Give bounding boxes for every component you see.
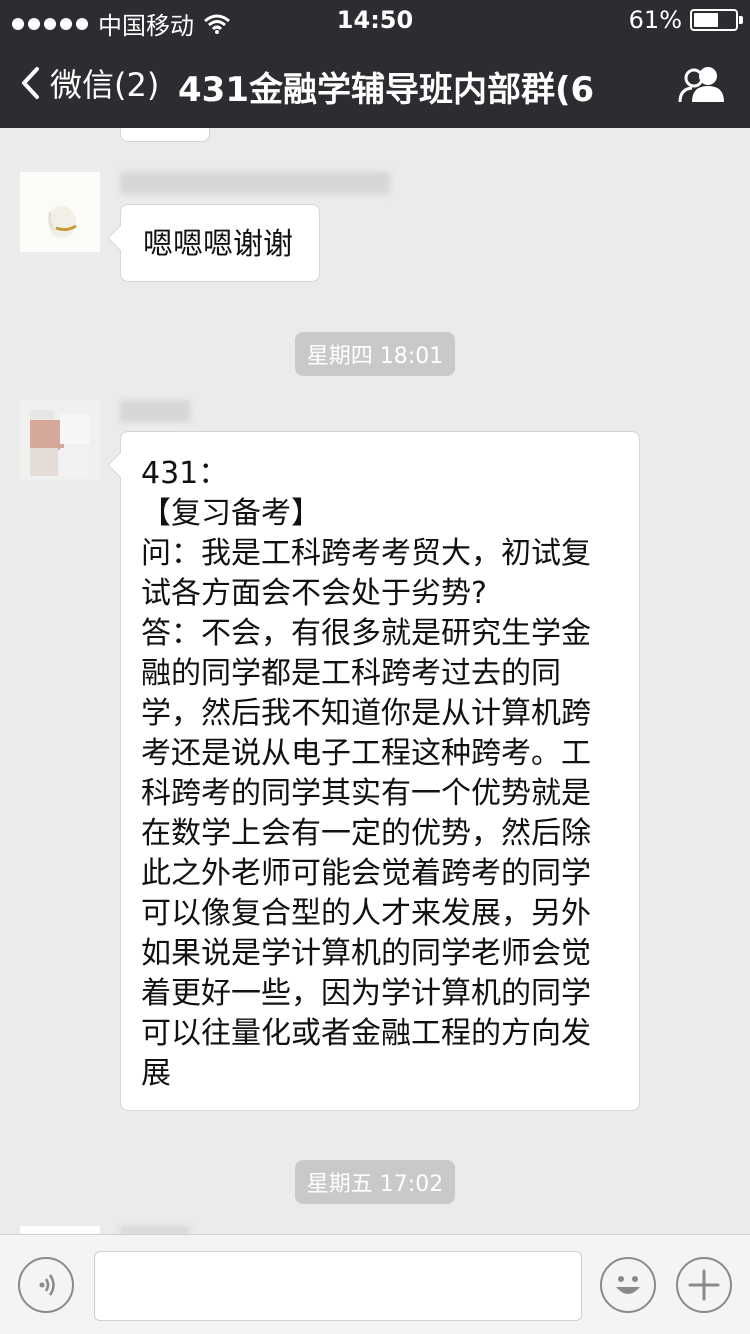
avatar-image: [20, 172, 100, 252]
chevron-left-icon: [22, 67, 39, 99]
emoji-button[interactable]: [600, 1257, 656, 1313]
avatar[interactable]: [20, 172, 100, 252]
sender-name-blurred: [120, 400, 190, 422]
sender-name-blurred: [120, 172, 390, 194]
message-bubble-partial[interactable]: [120, 128, 210, 142]
battery-percent: 61%: [628, 6, 682, 34]
message-input[interactable]: [94, 1251, 582, 1321]
bubble-tail: [107, 452, 133, 478]
battery-icon: [690, 9, 743, 31]
voice-icon: [39, 1274, 55, 1296]
timestamp: 星期四 18:01: [0, 332, 750, 376]
timestamp: 星期五 17:02: [0, 1160, 750, 1204]
status-right: 61%: [628, 6, 743, 34]
avatar[interactable]: [20, 1226, 100, 1234]
emoji-icon: [616, 1276, 640, 1294]
message-bubble[interactable]: 431： 【复习备考】 问：我是工科跨考考贸大，初试复 试各方面会不会处于劣势?…: [107, 431, 640, 1111]
sender-name-blurred: [120, 1226, 190, 1234]
voice-button[interactable]: [18, 1257, 74, 1313]
title-fade: [590, 60, 650, 110]
message-text: 431： 【复习备考】 问：我是工科跨考考贸大，初试复 试各方面会不会处于劣势?…: [141, 456, 591, 1091]
timestamp-label: 星期四 18:01: [294, 332, 456, 376]
status-bar: 中国移动 14:50 61%: [0, 0, 750, 40]
plus-icon: [688, 1269, 720, 1301]
chat-area[interactable]: 嗯嗯嗯谢谢 星期四 18:01 431： 【复习备考】 问：我是工科跨考考贸大，…: [0, 128, 750, 1234]
bubble-tail: [107, 225, 133, 251]
more-button[interactable]: [676, 1257, 732, 1313]
message-bubble[interactable]: 嗯嗯嗯谢谢: [107, 204, 320, 282]
back-button[interactable]: 微信(2): [20, 60, 159, 106]
input-bar: [0, 1234, 750, 1334]
chat-title: 431金融学辅导班内部群(6: [178, 70, 595, 110]
group-members-icon[interactable]: [678, 64, 726, 104]
message-text: 嗯嗯嗯谢谢: [143, 227, 293, 262]
avatar-image: [20, 400, 100, 480]
avatar[interactable]: [20, 400, 100, 480]
timestamp-label: 星期五 17:02: [294, 1160, 456, 1204]
back-label: 微信(2): [50, 66, 160, 104]
nav-bar: 微信(2) 431金融学辅导班内部群(6: [0, 40, 750, 128]
